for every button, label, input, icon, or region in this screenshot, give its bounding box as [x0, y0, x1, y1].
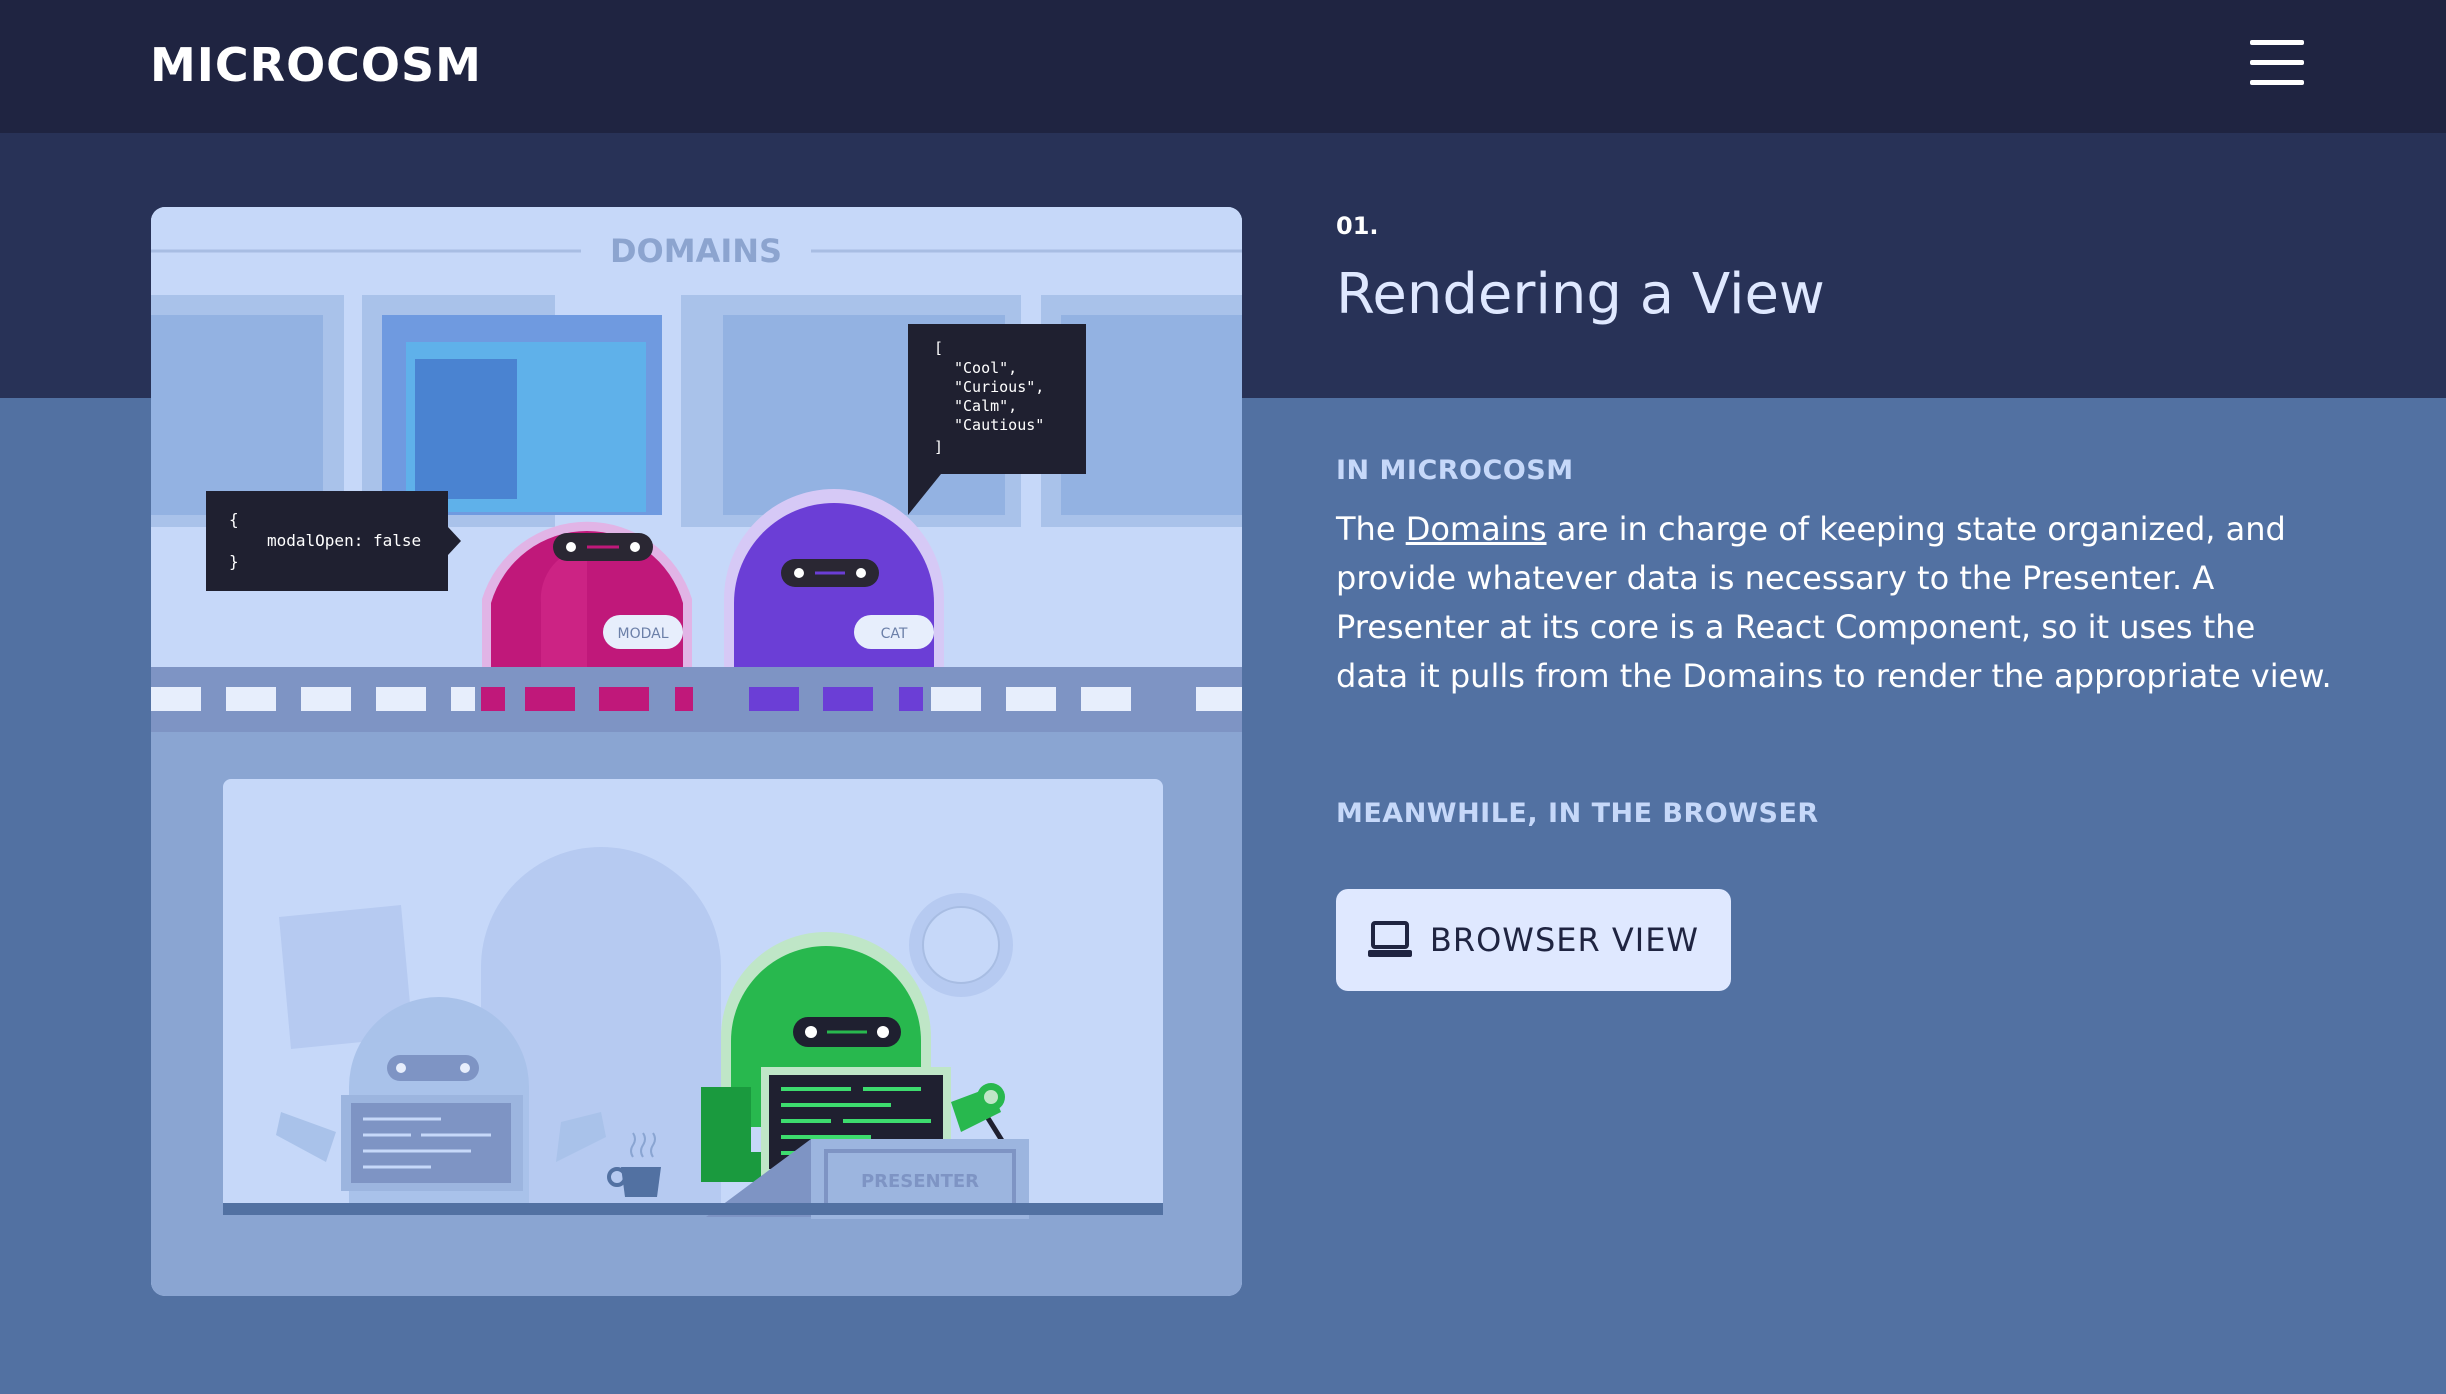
cat-bubble-item: "Cool",	[954, 359, 1017, 377]
section-label-microcosm: IN MICROCOSM	[1336, 455, 1574, 486]
navbar: MICROCOSM	[0, 0, 2446, 133]
section-label-browser: MEANWHILE, IN THE BROWSER	[1336, 798, 1819, 829]
presenter-label: PRESENTER	[861, 1171, 979, 1192]
domains-link[interactable]: Domains	[1406, 510, 1547, 548]
modal-bubble-close: }	[229, 552, 239, 571]
cat-bubble-close: ]	[934, 438, 943, 456]
illustration-card: DOMAINS MODAL CAT { modalOpen: false} […	[151, 207, 1242, 1296]
hamburger-menu-icon[interactable]	[2250, 40, 2304, 88]
domains-heading: DOMAINS	[610, 232, 782, 270]
coffee-cup	[621, 1167, 661, 1197]
browser-view-button[interactable]: BROWSER VIEW	[1336, 889, 1731, 991]
cat-bubble-item: "Calm",	[954, 397, 1017, 415]
cat-label: CAT	[881, 626, 908, 642]
step-number: 01.	[1336, 212, 1379, 240]
cat-bubble-item: "Cautious"	[954, 416, 1044, 434]
logo[interactable]: MICROCOSM	[150, 38, 482, 92]
cat-bubble-open: [	[934, 339, 943, 357]
domains-presenter-illustration: DOMAINS MODAL CAT { modalOpen: false} […	[151, 207, 1242, 1296]
description-paragraph: The Domains are in charge of keeping sta…	[1336, 505, 2336, 701]
modal-bubble-code: modalOpen: false	[267, 531, 421, 550]
cat-bubble-item: "Curious",	[954, 378, 1044, 396]
laptop-icon	[1367, 921, 1412, 957]
modal-bubble-open: {	[229, 510, 239, 529]
page-title: Rendering a View	[1336, 262, 1825, 327]
modal-label: MODAL	[617, 626, 668, 642]
description-text: The	[1336, 510, 1406, 548]
browser-view-label: BROWSER VIEW	[1429, 921, 1700, 959]
